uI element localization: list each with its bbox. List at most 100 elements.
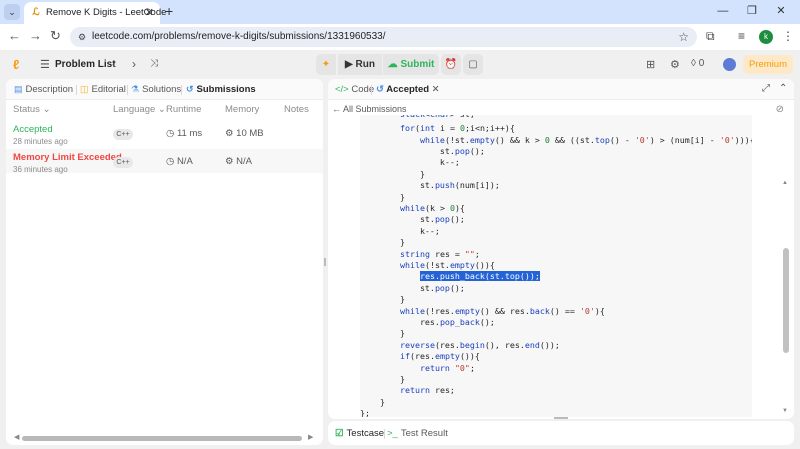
- profile-avatar[interactable]: k: [759, 30, 773, 44]
- code-line: k--;: [360, 157, 460, 167]
- scroll-down-icon[interactable]: ▼: [782, 408, 788, 414]
- reload-icon[interactable]: ↻: [50, 29, 61, 43]
- language-dropdown-icon: ⌄: [157, 104, 166, 115]
- browser-tab[interactable]: ℒ Remove K Digits - LeetCode ✕: [24, 2, 166, 24]
- language-column-header[interactable]: Language ⌄: [113, 104, 166, 115]
- tab-divider: [127, 85, 128, 95]
- tab-test-result[interactable]: >_ Test Result: [387, 428, 448, 439]
- all-submissions-link[interactable]: ← All Submissions: [332, 104, 407, 114]
- code-line: }: [360, 192, 405, 202]
- tab-submissions[interactable]: ↺ Submissions: [186, 84, 256, 95]
- forward-arrow-icon[interactable]: →: [29, 29, 42, 43]
- prev-problem-icon[interactable]: ‹: [112, 57, 116, 71]
- problem-list-link[interactable]: Problem List: [55, 59, 116, 70]
- vertical-scrollbar[interactable]: ▲ ▼: [782, 180, 789, 418]
- history-icon: ↺: [186, 84, 194, 94]
- code-line: if(res.empty()){: [399, 351, 480, 361]
- share-link-icon[interactable]: ⊘: [776, 104, 784, 115]
- scroll-up-icon[interactable]: ▲: [782, 180, 788, 186]
- code-viewer[interactable]: stack<char> st; for(int i = 0;i<n;i++){ …: [360, 115, 752, 417]
- tab-solutions[interactable]: ⚗ Solutions: [131, 84, 181, 95]
- scrollbar-thumb[interactable]: [22, 436, 302, 441]
- expand-icon[interactable]: ⤢: [762, 83, 770, 94]
- new-tab-icon[interactable]: +: [165, 4, 173, 18]
- tab-search-icon[interactable]: ⌄: [4, 4, 20, 20]
- settings-gear-icon[interactable]: ⚙: [670, 58, 680, 71]
- tab-accepted[interactable]: ↺ Accepted ✕: [376, 84, 440, 95]
- status-header-label: Status: [13, 104, 40, 115]
- tab-testcase[interactable]: ☑ Testcase: [335, 428, 384, 439]
- scrollbar-thumb[interactable]: [783, 248, 789, 353]
- next-problem-icon[interactable]: ›: [132, 57, 136, 71]
- tab-submissions-label: Submissions: [196, 84, 256, 95]
- selected-code-line: res.push_back(st.top());: [419, 271, 540, 281]
- submission-row[interactable]: Memory Limit Exceeded 36 minutes ago C++…: [6, 149, 323, 174]
- language-badge: C++: [113, 129, 133, 140]
- shuffle-icon[interactable]: ⤨: [150, 58, 158, 69]
- description-icon: ▤: [14, 84, 23, 94]
- panel-resize-handle[interactable]: [324, 258, 326, 266]
- right-panel-tabs: </> Code ↺ Accepted ✕ ⤢ ⌃: [328, 79, 794, 100]
- submission-time: 36 minutes ago: [13, 165, 68, 174]
- tab-code[interactable]: </> Code: [335, 84, 374, 95]
- browser-menu-icon[interactable]: ⋮: [782, 29, 794, 43]
- code-line: }: [360, 328, 405, 338]
- submission-status[interactable]: Memory Limit Exceeded: [13, 152, 122, 163]
- code-line: while(!st.empty() && k > 0 && ((st.top()…: [419, 135, 752, 145]
- debug-icon[interactable]: ✦: [316, 54, 336, 75]
- submission-row[interactable]: Accepted 28 minutes ago C++ ◷ 11 ms ⚙ 10…: [6, 121, 323, 146]
- maximize-icon[interactable]: ❐: [739, 4, 765, 17]
- streak-counter[interactable]: ◊ 0: [691, 58, 704, 69]
- code-line: while(k > 0){: [399, 203, 465, 213]
- back-arrow-icon[interactable]: ←: [8, 29, 21, 43]
- scroll-left-icon[interactable]: ◀: [14, 433, 19, 441]
- streak-count: 0: [698, 58, 705, 69]
- tab-divider: [384, 429, 385, 439]
- code-icon: </>: [335, 84, 349, 95]
- premium-button[interactable]: Premium: [743, 55, 793, 74]
- notes-icon[interactable]: ▢: [463, 54, 483, 75]
- code-line: while(!st.empty()){: [399, 260, 495, 270]
- runtime-column-header: Runtime: [166, 104, 202, 115]
- scroll-right-icon[interactable]: ▶: [308, 433, 313, 441]
- horizontal-scrollbar[interactable]: ◀ ▶: [14, 433, 314, 441]
- problem-list-icon[interactable]: ☰: [40, 58, 50, 71]
- minimize-icon[interactable]: —: [710, 5, 736, 17]
- user-avatar[interactable]: [723, 58, 736, 71]
- runtime-text: N/A: [176, 156, 193, 167]
- memory-text: 10 MB: [236, 128, 264, 139]
- code-line: st.pop();: [360, 146, 485, 156]
- run-label: Run: [355, 59, 375, 70]
- code-line: }: [360, 169, 425, 179]
- browser-tab-strip: ⌄ ℒ Remove K Digits - LeetCode ✕ + — ❐ ✕: [0, 0, 800, 24]
- code-line: st.push(num[i]);: [360, 180, 500, 190]
- status-column-header[interactable]: Status ⌄: [13, 104, 51, 115]
- browser-toolbar: ← → ↻ ⚙ leetcode.com/problems/remove-k-d…: [0, 24, 800, 50]
- submit-button[interactable]: ☁ Submit: [383, 54, 439, 75]
- close-tab-icon[interactable]: ✕: [432, 84, 440, 95]
- url-text[interactable]: leetcode.com/problems/remove-k-digits/su…: [92, 31, 385, 42]
- editorial-icon: ◫: [80, 84, 89, 94]
- collapse-icon[interactable]: ⌃: [779, 83, 787, 94]
- bookmark-star-icon[interactable]: ☆: [678, 30, 689, 44]
- code-panel: </> Code ↺ Accepted ✕ ⤢ ⌃ ← All Submissi…: [328, 79, 794, 419]
- code-line: st.pop();: [360, 283, 465, 293]
- tab-description[interactable]: ▤ Description: [14, 84, 73, 95]
- media-controls-icon[interactable]: ≡: [738, 29, 745, 43]
- tab-editorial[interactable]: ◫ Editorial: [80, 84, 126, 95]
- address-bar[interactable]: ⚙ leetcode.com/problems/remove-k-digits/…: [70, 27, 697, 47]
- leetcode-logo-icon[interactable]: ℓ: [13, 57, 19, 72]
- console-resize-handle[interactable]: [554, 417, 568, 419]
- code-line: };: [360, 408, 370, 417]
- run-button[interactable]: ▶ Run: [338, 54, 382, 75]
- code-line: while(!res.empty() && res.back() == '0')…: [399, 306, 605, 316]
- chip-icon: ⚙: [225, 128, 234, 139]
- close-window-icon[interactable]: ✕: [768, 4, 794, 17]
- timer-icon[interactable]: ⏰: [441, 54, 461, 75]
- submission-status[interactable]: Accepted: [13, 124, 53, 135]
- close-tab-icon[interactable]: ✕: [145, 6, 154, 19]
- layout-icon[interactable]: ⊞: [646, 58, 655, 71]
- console-panel: ☑ Testcase >_ Test Result: [328, 421, 794, 445]
- extensions-icon[interactable]: ⧉: [706, 29, 715, 44]
- site-info-icon[interactable]: ⚙: [78, 31, 90, 43]
